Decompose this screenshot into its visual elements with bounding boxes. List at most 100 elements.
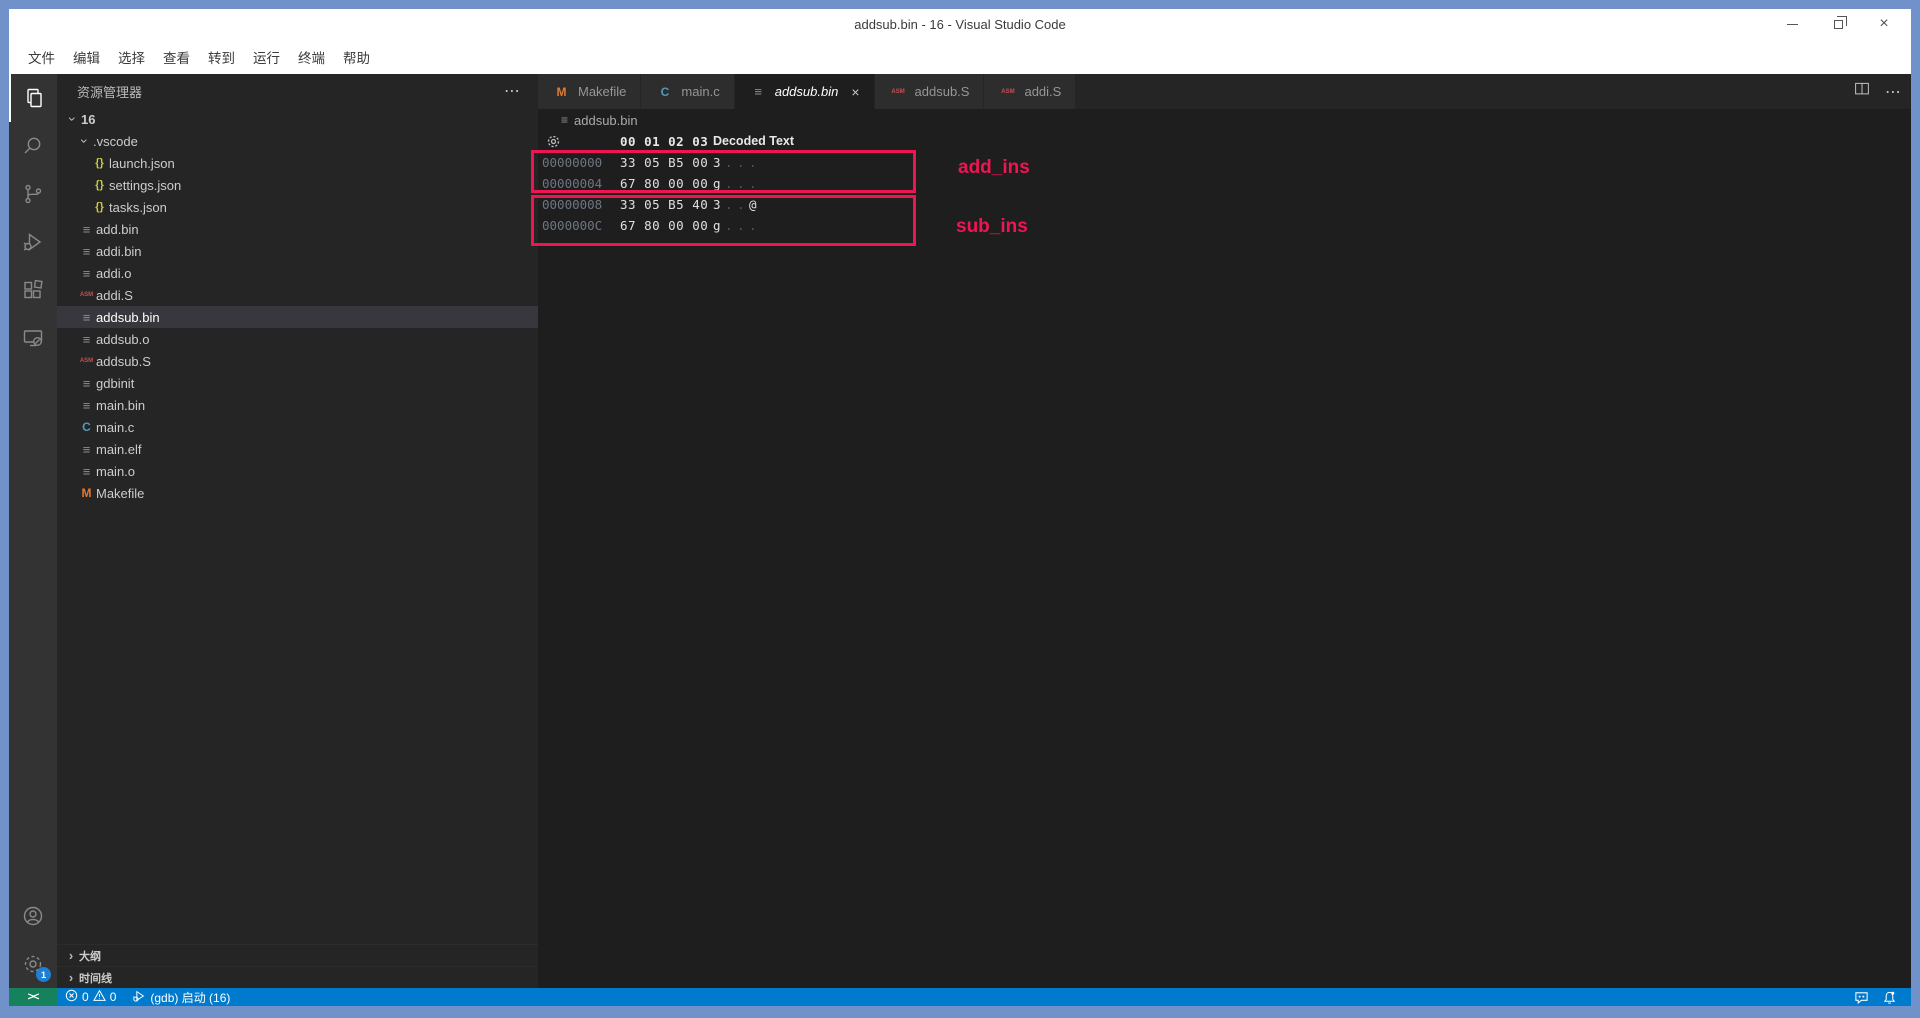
hex-address: 0000000C — [542, 215, 602, 236]
chevron-down-icon: › — [65, 111, 81, 127]
hex-address: 00000000 — [542, 152, 602, 173]
tree-item-label: Makefile — [96, 486, 144, 501]
tree-item-addi-s[interactable]: ASMaddi.S — [57, 284, 538, 306]
status-bar-right — [1847, 988, 1911, 1006]
hex-row[interactable]: 00000008 33 05 B5 40 3..@ — [538, 194, 1911, 215]
more-actions-icon[interactable]: ⋯ — [504, 81, 520, 101]
makefile-icon: M — [552, 85, 571, 99]
tab-label: main.c — [681, 84, 719, 99]
remote-explorer-icon[interactable] — [9, 314, 57, 362]
tab-main-c[interactable]: Cmain.c — [641, 74, 734, 109]
run-debug-icon[interactable] — [9, 218, 57, 266]
close-button[interactable]: × — [1861, 9, 1907, 39]
chevron-down-icon: › — [77, 133, 93, 149]
problems-indicator[interactable]: 0 0 — [57, 988, 124, 1006]
breadcrumb[interactable]: ≡ addsub.bin — [538, 109, 1911, 131]
tree-item-main-bin[interactable]: ≡main.bin — [57, 394, 538, 416]
tree-item-addsub-bin[interactable]: ≡addsub.bin — [57, 306, 538, 328]
file-icon: ≡ — [77, 332, 96, 347]
split-editor-icon[interactable] — [1853, 80, 1871, 103]
errors-icon — [65, 989, 78, 1005]
tree-item-addi-bin[interactable]: ≡addi.bin — [57, 240, 538, 262]
asm-file-icon: ASM — [77, 292, 96, 298]
debug-status[interactable]: (gdb) 启动 (16) — [124, 988, 238, 1006]
tree-item-main-elf[interactable]: ≡main.elf — [57, 438, 538, 460]
debug-start-icon — [132, 989, 146, 1006]
tree-item-launch-json[interactable]: {}launch.json — [57, 152, 538, 174]
tree-item-label: main.o — [96, 464, 135, 479]
feedback-icon[interactable] — [1847, 988, 1875, 1006]
file-icon: ≡ — [749, 84, 768, 99]
tab-addsub-s[interactable]: ASMaddsub.S — [875, 74, 985, 109]
json-file-icon: {} — [90, 179, 109, 191]
window-title: addsub.bin - 16 - Visual Studio Code — [9, 17, 1911, 32]
search-icon[interactable] — [9, 122, 57, 170]
menu-view[interactable]: 查看 — [154, 47, 199, 67]
tab-addi-s[interactable]: ASMaddi.S — [984, 74, 1076, 109]
account-icon[interactable] — [9, 892, 57, 940]
remote-indicator[interactable]: >< — [9, 988, 57, 1006]
tree-item-root-16[interactable]: ›16 — [57, 108, 538, 130]
menu-selection[interactable]: 选择 — [109, 47, 154, 67]
editor-actions: ⋯ — [1853, 74, 1901, 109]
errors-count: 0 — [82, 990, 89, 1004]
hex-bytes: 33 05 B5 40 — [620, 194, 708, 215]
outline-panel-header[interactable]: ›大纲 — [57, 944, 538, 966]
file-icon: ≡ — [77, 266, 96, 281]
json-file-icon: {} — [90, 201, 109, 213]
tree-item-label: gdbinit — [96, 376, 134, 391]
tree-item-makefile[interactable]: MMakefile — [57, 482, 538, 504]
menu-terminal[interactable]: 终端 — [289, 47, 334, 67]
tree-item-addi-o[interactable]: ≡addi.o — [57, 262, 538, 284]
activity-bar: 1 — [9, 74, 57, 988]
timeline-panel-header[interactable]: ›时间线 — [57, 966, 538, 988]
menu-run[interactable]: 运行 — [244, 47, 289, 67]
settings-badge: 1 — [36, 967, 51, 982]
restore-icon — [1834, 20, 1843, 29]
notifications-bell-icon[interactable] — [1875, 988, 1903, 1006]
tree-item-main-o[interactable]: ≡main.o — [57, 460, 538, 482]
file-tree: ›16 ›.vscode {}launch.json {}settings.js… — [57, 108, 538, 504]
tree-item-addsub-s[interactable]: ASMaddsub.S — [57, 350, 538, 372]
tree-item-gdbinit[interactable]: ≡gdbinit — [57, 372, 538, 394]
c-file-icon: C — [77, 420, 96, 434]
tree-item-tasks-json[interactable]: {}tasks.json — [57, 196, 538, 218]
tree-item-label: 16 — [81, 112, 95, 127]
source-control-icon[interactable] — [9, 170, 57, 218]
menu-go[interactable]: 转到 — [199, 47, 244, 67]
file-icon: ≡ — [77, 376, 96, 391]
minimize-button[interactable] — [1769, 9, 1815, 39]
hex-editor: 00 01 02 03 Decoded Text 00000000 33 05 … — [538, 131, 1911, 236]
hex-row[interactable]: 0000000C 67 80 00 00 g... — [538, 215, 1911, 236]
hex-decoded: g... — [713, 173, 761, 194]
more-actions-icon[interactable]: ⋯ — [1885, 82, 1901, 102]
hex-row[interactable]: 00000004 67 80 00 00 g... — [538, 173, 1911, 194]
hex-row[interactable]: 00000000 33 05 B5 00 3... — [538, 152, 1911, 173]
hex-decoded-column-header: Decoded Text — [713, 131, 794, 152]
close-tab-icon[interactable]: × — [851, 84, 859, 100]
tree-item-main-c[interactable]: Cmain.c — [57, 416, 538, 438]
tree-item-settings-json[interactable]: {}settings.json — [57, 174, 538, 196]
menu-help[interactable]: 帮助 — [334, 47, 379, 67]
restore-button[interactable] — [1815, 9, 1861, 39]
settings-gear-icon[interactable]: 1 — [9, 940, 57, 988]
tree-item-add-bin[interactable]: ≡add.bin — [57, 218, 538, 240]
tree-item-label: main.bin — [96, 398, 145, 413]
status-bar: >< 0 0 (gdb) 启动 (16) — [9, 988, 1911, 1006]
tree-item-vscode-folder[interactable]: ›.vscode — [57, 130, 538, 152]
menu-file[interactable]: 文件 — [19, 47, 64, 67]
tree-item-label: addsub.bin — [96, 310, 160, 325]
tab-addsub-bin[interactable]: ≡addsub.bin× — [735, 74, 875, 109]
tree-item-label: main.elf — [96, 442, 142, 457]
minimize-icon — [1787, 24, 1798, 25]
hex-header-row: 00 01 02 03 Decoded Text — [538, 131, 1911, 152]
hex-byte-column-header: 00 01 02 03 — [620, 131, 708, 152]
asm-file-icon: ASM — [77, 358, 96, 364]
explorer-icon[interactable] — [9, 74, 57, 122]
extensions-icon[interactable] — [9, 266, 57, 314]
activity-bar-top — [9, 74, 57, 362]
menu-edit[interactable]: 编辑 — [64, 47, 109, 67]
tab-label: addi.S — [1024, 84, 1061, 99]
tree-item-addsub-o[interactable]: ≡addsub.o — [57, 328, 538, 350]
tab-makefile[interactable]: MMakefile — [538, 74, 641, 109]
